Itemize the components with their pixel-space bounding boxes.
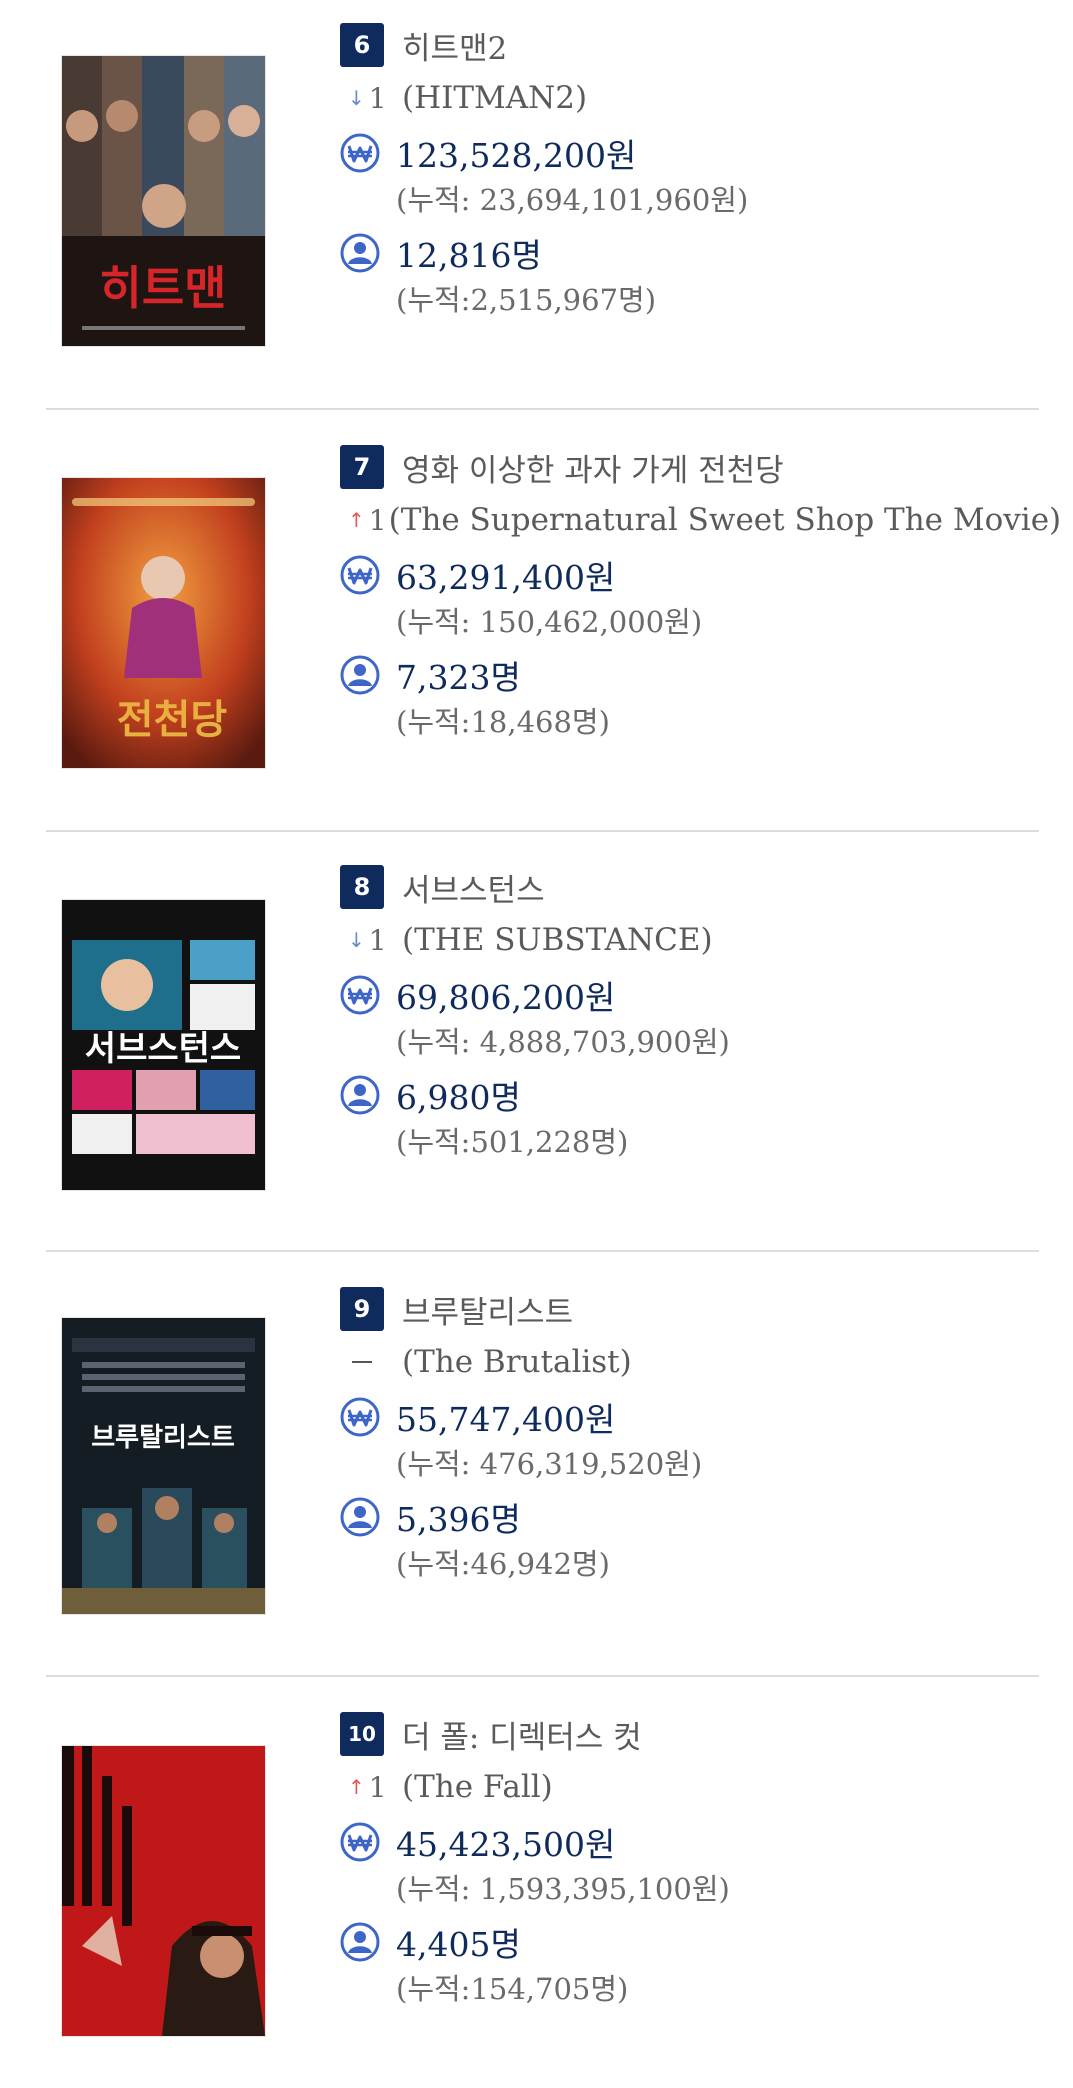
movie-title-english: (THE SUBSTANCE) [402, 922, 713, 958]
daily-audience: 7,323명 [396, 658, 521, 697]
daily-revenue: 55,747,400원 [396, 1400, 616, 1439]
movie-poster[interactable]: 전천당 [62, 478, 265, 768]
box-office-list: 히트맨 6 히트맨2 ↓ 1 (HITMAN2) 123,528,200원 (누… [0, 0, 1073, 2088]
person-icon [340, 1075, 380, 1115]
movie-title-korean[interactable]: 히트맨2 [402, 23, 507, 68]
movie-poster[interactable]: 히트맨 [62, 56, 265, 346]
daily-audience: 6,980명 [396, 1078, 521, 1117]
rank-change-value: 1 [368, 81, 387, 115]
won-currency-icon [340, 555, 380, 595]
list-item[interactable]: 서브스턴스 8 서브스턴스 ↓ 1 (THE SUBSTANCE) 69,806… [0, 830, 1073, 1252]
movie-info: 6 히트맨2 ↓ 1 (HITMAN2) 123,528,200원 (누적: 2… [340, 22, 1053, 322]
cumulative-audience: (누적:154,705명) [396, 1972, 629, 2006]
movie-title-english: (HITMAN2) [402, 80, 588, 116]
daily-revenue: 69,806,200원 [396, 978, 616, 1017]
rank-badge: 9 [340, 1287, 384, 1331]
rank-change: ↓ 1 [340, 82, 400, 115]
cumulative-audience: (누적:2,515,967명) [396, 283, 657, 317]
rank-change: ↓ 1 [340, 924, 400, 957]
cumulative-audience: (누적:18,468명) [396, 705, 610, 739]
cumulative-revenue: (누적: 150,462,000원) [396, 605, 703, 639]
movie-title-korean[interactable]: 서브스턴스 [402, 865, 545, 910]
daily-audience: 5,396명 [396, 1500, 521, 1539]
cumulative-audience: (누적:501,228명) [396, 1125, 629, 1159]
rank-change: ↑ 1 [340, 504, 387, 537]
won-currency-icon [340, 1397, 380, 1437]
daily-revenue: 45,423,500원 [396, 1825, 616, 1864]
person-icon [340, 1497, 380, 1537]
movie-poster[interactable]: 서브스턴스 [62, 900, 265, 1190]
won-currency-icon [340, 133, 380, 173]
movie-poster[interactable] [62, 1746, 265, 2036]
movie-title-korean[interactable]: 브루탈리스트 [402, 1287, 573, 1332]
poster-title-text: 브루탈리스트 [91, 1423, 235, 1453]
daily-audience: 4,405명 [396, 1925, 521, 1964]
arrow-down-icon: ↓ [348, 928, 365, 952]
movie-info: 8 서브스턴스 ↓ 1 (THE SUBSTANCE) 69,806,200원 [340, 864, 1053, 1164]
poster-title-text: 전천당 [117, 696, 228, 743]
rank-badge: 8 [340, 865, 384, 909]
rank-badge: 10 [340, 1712, 384, 1756]
rank-change [340, 1361, 400, 1363]
cumulative-revenue: (누적: 23,694,101,960원) [396, 183, 749, 217]
movie-title-english: (The Supernatural Sweet Shop The Movie) [388, 502, 1062, 538]
arrow-up-icon: ↑ [348, 1775, 365, 1799]
movie-poster[interactable]: 브루탈리스트 [62, 1318, 265, 1614]
movie-title-english: (The Brutalist) [402, 1344, 632, 1380]
rank-change-value: 1 [368, 923, 387, 957]
daily-revenue: 63,291,400원 [396, 558, 616, 597]
rank-change-value: 1 [368, 1770, 387, 1804]
movie-title-english: (The Fall) [402, 1769, 553, 1805]
cumulative-revenue: (누적: 1,593,395,100원) [396, 1872, 730, 1906]
movie-title-korean[interactable]: 영화 이상한 과자 가게 전천당 [402, 445, 784, 490]
poster-title-text: 서브스턴스 [85, 1029, 241, 1069]
movie-info: 9 브루탈리스트 (The Brutalist) 55,747,400원 (누적… [340, 1286, 1053, 1586]
no-change-dash-icon [352, 1361, 372, 1363]
won-currency-icon [340, 975, 380, 1015]
rank-badge: 7 [340, 445, 384, 489]
person-icon [340, 233, 380, 273]
rank-badge: 6 [340, 23, 384, 67]
list-item[interactable]: 브루탈리스트 9 브루탈리스트 (The Brutalist) 55,747,4… [0, 1252, 1073, 1677]
cumulative-audience: (누적:46,942명) [396, 1547, 610, 1581]
movie-title-korean[interactable]: 더 폴: 디렉터스 컷 [402, 1712, 642, 1757]
arrow-up-icon: ↑ [348, 508, 365, 532]
movie-info: 7 영화 이상한 과자 가게 전천당 ↑ 1 (The Supernatural… [340, 444, 1061, 744]
person-icon [340, 1922, 380, 1962]
won-currency-icon [340, 1822, 380, 1862]
daily-audience: 12,816명 [396, 236, 542, 275]
list-item[interactable]: 히트맨 6 히트맨2 ↓ 1 (HITMAN2) 123,528,200원 (누… [0, 0, 1073, 410]
cumulative-revenue: (누적: 476,319,520원) [396, 1447, 703, 1481]
poster-title-text: 히트맨 [100, 261, 227, 315]
rank-change-value: 1 [368, 503, 387, 537]
movie-info: 10 더 폴: 디렉터스 컷 ↑ 1 (The Fall) 45,423,500… [340, 1711, 1053, 2011]
arrow-down-icon: ↓ [348, 86, 365, 110]
daily-revenue: 123,528,200원 [396, 136, 637, 175]
cumulative-revenue: (누적: 4,888,703,900원) [396, 1025, 730, 1059]
rank-change: ↑ 1 [340, 1771, 400, 1804]
list-item[interactable]: 10 더 폴: 디렉터스 컷 ↑ 1 (The Fall) 45,423,500… [0, 1677, 1073, 2088]
list-item[interactable]: 전천당 7 영화 이상한 과자 가게 전천당 ↑ 1 (The Supernat… [0, 410, 1073, 832]
person-icon [340, 655, 380, 695]
